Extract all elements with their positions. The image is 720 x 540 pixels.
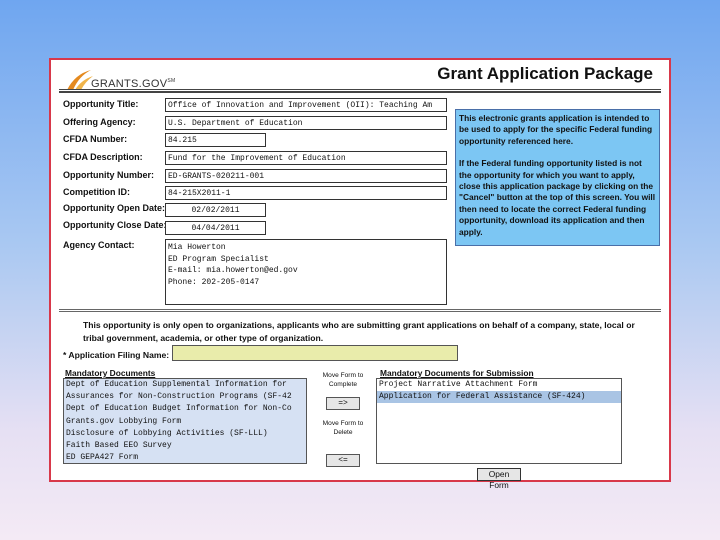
contact-line: E-mail: mia.howerton@ed.gov xyxy=(168,266,298,275)
competition-id-label: Competition ID: xyxy=(63,187,130,197)
open-date-field: 02/02/2011 xyxy=(165,203,266,217)
agency-contact-label: Agency Contact: xyxy=(63,240,135,250)
opportunity-title-field: Office of Innovation and Improvement (OI… xyxy=(165,98,447,112)
contact-line: Mia Howerton xyxy=(168,243,226,252)
opportunity-title-label: Opportunity Title: xyxy=(63,99,139,109)
open-form-button[interactable]: Open Form xyxy=(477,468,521,490)
move-to-delete-button[interactable]: <= xyxy=(326,454,360,467)
mandatory-documents-list[interactable]: Dept of Education Supplemental Informati… xyxy=(63,378,307,464)
cfda-description-field: Fund for the Improvement of Education xyxy=(165,151,447,165)
grant-application-window: GRANTS.GOVSM Grant Application Package O… xyxy=(49,58,671,490)
section-divider-thin xyxy=(59,311,661,312)
list-item[interactable]: Dept of Education Budget Information for… xyxy=(64,403,306,415)
eligibility-notice: This opportunity is only open to organiz… xyxy=(83,320,635,343)
offering-agency-label: Offering Agency: xyxy=(63,117,136,127)
open-date-label: Opportunity Open Date: xyxy=(63,203,165,213)
move-to-complete-label: Move Form to Complete xyxy=(322,372,364,388)
list-item-selected[interactable]: Application for Federal Assistance (SF-4… xyxy=(377,391,621,404)
info-paragraph: This electronic grants application is in… xyxy=(459,113,653,146)
contact-line: ED Program Specialist xyxy=(168,254,269,264)
info-paragraph: If the Federal funding opportunity liste… xyxy=(459,158,656,237)
close-date-field: 04/04/2011 xyxy=(165,221,266,235)
contact-line: Phone: 202-205-0147 xyxy=(168,277,260,287)
move-to-delete-label: Move Form to Delete xyxy=(322,420,364,436)
list-item[interactable]: Dept of Education Supplemental Informati… xyxy=(64,379,306,391)
page-title: Grant Application Package xyxy=(437,64,653,83)
list-item[interactable]: Project Narrative Attachment Form xyxy=(377,379,621,391)
list-item[interactable]: Assurances for Non-Construction Programs… xyxy=(64,391,306,403)
move-to-complete-button[interactable]: => xyxy=(326,397,360,410)
submission-documents-title: Mandatory Documents for Submission xyxy=(380,368,534,378)
mandatory-documents-title: Mandatory Documents xyxy=(65,368,156,378)
cfda-number-label: CFDA Number: xyxy=(63,134,128,144)
section-divider xyxy=(59,309,661,310)
info-box: This electronic grants application is in… xyxy=(455,109,660,246)
cfda-description-label: CFDA Description: xyxy=(63,152,143,162)
opportunity-number-field: ED-GRANTS-020211-001 xyxy=(165,169,447,183)
competition-id-field: 84-215X2011-1 xyxy=(165,186,447,200)
list-item[interactable]: ED GEPA427 Form xyxy=(64,452,306,463)
offering-agency-field: U.S. Department of Education xyxy=(165,116,447,130)
header-divider xyxy=(59,89,661,90)
submission-documents-list[interactable]: Project Narrative Attachment Form Applic… xyxy=(376,378,622,464)
cfda-number-field: 84.215 xyxy=(165,133,266,147)
filing-name-label: * Application Filing Name: xyxy=(63,350,170,360)
agency-contact-field: Mia Howerton ED Program Specialist E-mai… xyxy=(165,239,447,305)
header-divider-thick xyxy=(59,91,661,93)
filing-name-input[interactable] xyxy=(172,345,458,361)
opportunity-number-label: Opportunity Number: xyxy=(63,170,154,180)
close-date-label: Opportunity Close Date: xyxy=(63,220,167,230)
list-item[interactable]: Grants.gov Lobbying Form xyxy=(64,416,306,428)
list-item[interactable]: Disclosure of Lobbying Activities (SF-LL… xyxy=(64,428,306,440)
list-item[interactable]: Faith Based EEO Survey xyxy=(64,440,306,452)
